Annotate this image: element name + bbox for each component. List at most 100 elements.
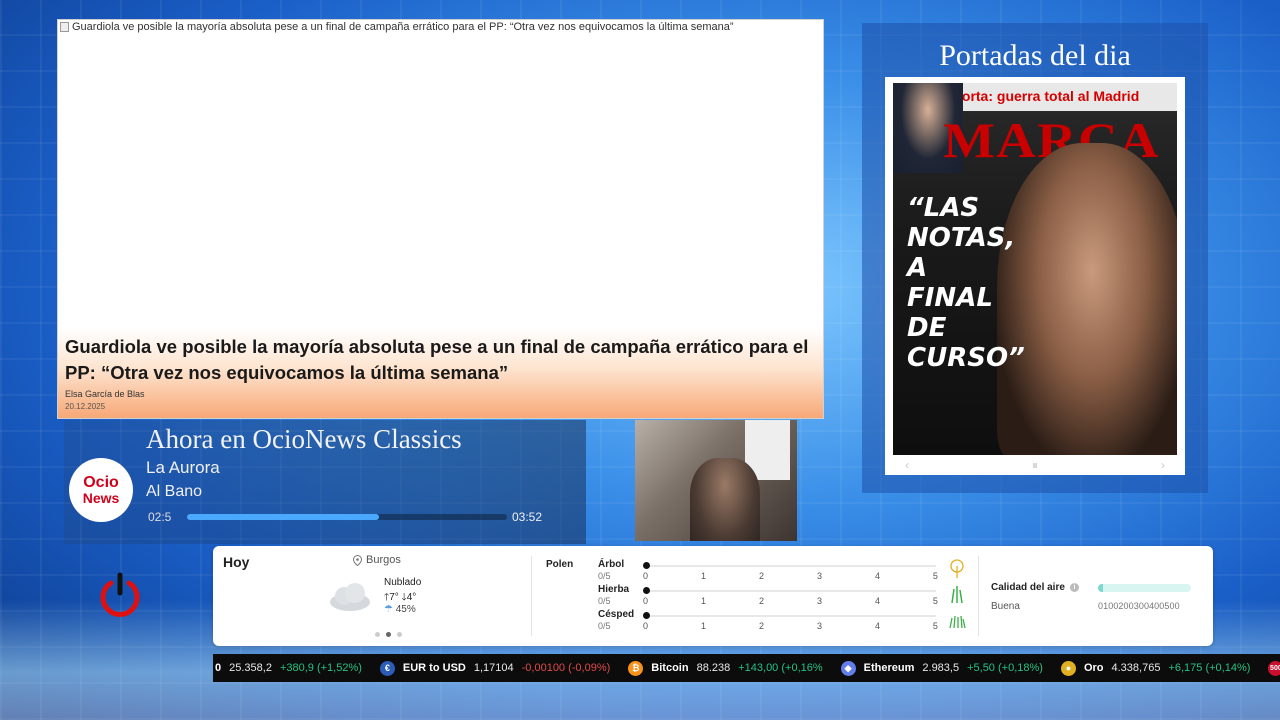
playback-progress[interactable] (187, 514, 507, 520)
scale-tick: 4 (874, 596, 880, 606)
divider (531, 556, 532, 636)
polen-scale: 0 1 2 3 4 5 (643, 571, 938, 581)
weather-rain: ☂ 45% (384, 604, 416, 615)
sp500-icon: 500 (1268, 660, 1280, 676)
ticker-value: 88.238 (696, 662, 731, 674)
scale-tick: 4 (874, 571, 880, 581)
polen-marker (643, 612, 650, 619)
ticker-item-eurusd[interactable]: € EUR to USD 1,17104 -0,00100 (-0,09%) (379, 660, 611, 676)
cover-headline-top: Laporta: guerra total al Madrid (937, 88, 1140, 104)
ticker-value: 4.338,765 (1111, 662, 1161, 674)
power-icon[interactable] (96, 571, 144, 619)
scale-tick: 1 (700, 596, 706, 606)
ticker-value: 2.983,5 (922, 662, 960, 674)
song-title: La Aurora (146, 458, 220, 477)
divider (978, 556, 979, 636)
cloud-icon (330, 583, 370, 611)
chevron-right-icon[interactable]: › (1161, 458, 1165, 472)
broken-image: Guardiola ve posible la mayoría absoluta… (60, 21, 734, 33)
polen-track (646, 565, 936, 567)
now-playing-panel: Ocio News Ahora en OcioNews Classics La … (64, 420, 586, 544)
ticker-name: Ethereum (863, 662, 915, 674)
ticker-name: EUR to USD (402, 662, 466, 674)
ticker-item-oro[interactable]: ● Oro 4.338,765 +6,175 (+0,14%) (1060, 660, 1251, 676)
ocionews-logo: Ocio News (69, 458, 133, 522)
rain-probability: 45% (395, 604, 416, 615)
grass-icon (951, 586, 963, 604)
polen-value: 0/5 (598, 571, 611, 581)
ticker-change: +143,00 (+0,16% (738, 662, 823, 674)
air-quality-scale: 0100200300400500 (1098, 601, 1180, 611)
ticker-change: +5,50 (+0,18%) (967, 662, 1043, 674)
logo-top: Ocio (83, 474, 119, 491)
air-quality-label: Calidad del aire i (991, 582, 1079, 593)
gold-icon: ● (1060, 660, 1076, 676)
news-headline[interactable]: Guardiola ve posible la mayoría absoluta… (65, 334, 816, 386)
polen-name: Hierba (598, 584, 630, 595)
logo-bottom: News (82, 490, 120, 506)
info-icon[interactable]: i (1069, 583, 1079, 592)
portadas-title: Portadas del dia (939, 39, 1131, 72)
news-card[interactable]: Guardiola ve posible la mayoría absoluta… (57, 19, 824, 419)
weather-day: Hoy (223, 554, 250, 570)
chevron-left-icon[interactable]: ‹ (905, 458, 909, 472)
polen-track (646, 615, 936, 617)
polen-track (646, 590, 936, 592)
polen-row-arbol: Árbol 0/5 0 1 2 3 4 5 (598, 559, 964, 583)
carousel-dot-active[interactable] (386, 632, 391, 637)
scale-tick: 0 (643, 621, 649, 631)
temp-min: 4° (406, 592, 417, 603)
ticker-change: +380,9 (+1,52%) (279, 662, 362, 674)
umbrella-icon: ☂ (384, 604, 393, 615)
cover-image: Laporta: guerra total al Madrid MARCA “L… (893, 83, 1177, 455)
temp-max: 7° (389, 592, 399, 603)
progress-fill (187, 514, 379, 520)
market-ticker: 0 25.358,2 +380,9 (+1,52%) € EUR to USD … (213, 654, 1280, 682)
broken-image-alt: Guardiola ve posible la mayoría absoluta… (72, 21, 734, 33)
weather-condition: Nublado (384, 577, 422, 588)
webcam-feed (635, 420, 797, 541)
polen-row-cesped: Césped 0/5 0 1 2 3 4 5 (598, 609, 966, 633)
weather-widget: Hoy Burgos Nublado 🡑7° 🡓4° ☂ 45% Polen Á… (213, 546, 1213, 646)
scale-tick: 0 (643, 571, 649, 581)
polen-scale: 0 1 2 3 4 5 (643, 621, 938, 631)
carousel-dot[interactable] (375, 632, 380, 637)
ethereum-icon: ◆ (840, 660, 856, 676)
carousel-dot[interactable] (397, 632, 402, 637)
song-artist: Al Bano (146, 483, 203, 500)
ticker-value: 1,17104 (473, 662, 514, 674)
ticker-item-bitcoin[interactable]: ₿ Bitcoin 88.238 +143,00 (+0,16% (628, 660, 823, 676)
scale-tick: 3 (816, 571, 822, 581)
ticker-value: 25.358,2 (229, 662, 272, 674)
lawn-icon (949, 615, 966, 629)
ticker-name: Oro (1083, 662, 1104, 674)
scale-tick: 3 (816, 621, 822, 631)
elapsed-time: 02:5 (148, 510, 172, 524)
weather-location[interactable]: Burgos (353, 554, 401, 566)
polen-value: 0/5 (598, 621, 611, 631)
currency-flag-icon: € (379, 660, 395, 676)
scale-tick: 1 (700, 571, 706, 581)
location-pin-icon (353, 554, 362, 566)
polen-row-hierba: Hierba 0/5 0 1 2 3 4 5 (598, 584, 963, 608)
polen-marker (643, 562, 650, 569)
total-time: 03:52 (512, 510, 543, 524)
scale-tick: 5 (932, 571, 938, 581)
ticker-change: +6,175 (+0,14%) (1168, 662, 1251, 674)
broken-image-icon (60, 22, 69, 32)
pause-icon[interactable]: ⏸ (1032, 458, 1038, 472)
polen-name: Césped (598, 609, 635, 620)
ticker-prefix: 0 (215, 662, 222, 674)
air-quality-title: Calidad del aire (991, 582, 1065, 593)
ticker-item-index[interactable]: 0 25.358,2 +380,9 (+1,52%) (215, 662, 362, 674)
ticker-change: -0,00100 (-0,09%) (521, 662, 611, 674)
scale-tick: 5 (932, 596, 938, 606)
scale-tick: 5 (932, 621, 938, 631)
portadas-panel: Portadas del dia Laporta: guerra total a… (862, 23, 1208, 493)
scale-tick: 2 (758, 596, 764, 606)
ticker-item-sp500[interactable]: 500 S& (1268, 660, 1280, 676)
newspaper-cover[interactable]: Laporta: guerra total al Madrid MARCA “L… (885, 77, 1185, 475)
ticker-item-ethereum[interactable]: ◆ Ethereum 2.983,5 +5,50 (+0,18%) (840, 660, 1043, 676)
carousel-dots[interactable] (375, 632, 402, 637)
scale-tick: 1 (700, 621, 706, 631)
